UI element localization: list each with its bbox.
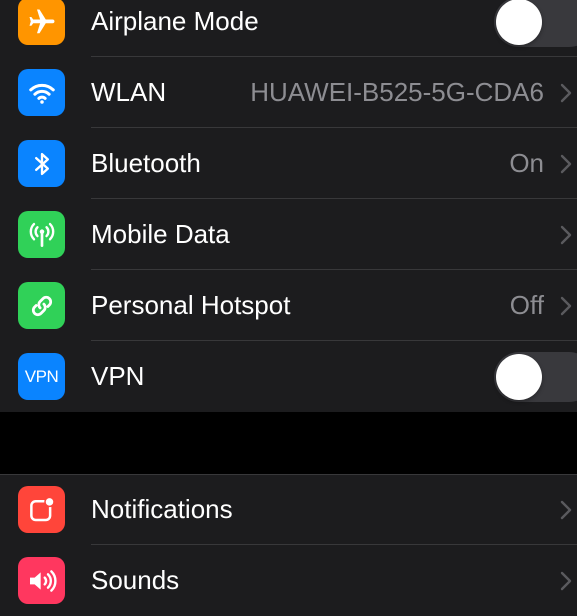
bluetooth-row[interactable]: Bluetooth On [0, 128, 577, 199]
chevron-right-icon [560, 154, 572, 174]
hotspot-link-icon [18, 282, 65, 329]
chevron-right-icon [560, 225, 572, 245]
vpn-row[interactable]: VPN VPN [0, 341, 577, 412]
airplane-mode-row[interactable]: Airplane Mode [0, 0, 577, 57]
toggle-knob [496, 354, 542, 400]
chevron-right-icon [560, 296, 572, 316]
airplane-mode-toggle[interactable] [494, 0, 577, 47]
vpn-toggle[interactable] [494, 352, 577, 402]
personal-hotspot-label: Personal Hotspot [91, 290, 291, 320]
settings-group-connectivity: Airplane Mode WLAN HUAWEI-B525-5G-CDA6 B… [0, 0, 577, 412]
airplane-mode-label: Airplane Mode [91, 6, 259, 36]
chevron-right-icon [560, 500, 572, 520]
airplane-icon [18, 0, 65, 45]
notifications-row[interactable]: Notifications [0, 474, 577, 545]
settings-group-notifications: Notifications Sounds [0, 474, 577, 616]
vpn-icon: VPN [18, 353, 65, 400]
sounds-label: Sounds [91, 565, 180, 595]
bluetooth-status: On [509, 148, 544, 178]
notifications-label: Notifications [91, 494, 233, 524]
wifi-icon [18, 69, 65, 116]
bluetooth-icon [18, 140, 65, 187]
wlan-label: WLAN [91, 77, 167, 107]
personal-hotspot-status: Off [509, 290, 544, 320]
vpn-icon-text: VPN [24, 366, 59, 386]
antenna-icon [18, 211, 65, 258]
wlan-network-name: HUAWEI-B525-5G-CDA6 [250, 77, 544, 107]
sounds-row[interactable]: Sounds [0, 545, 577, 616]
toggle-knob [496, 0, 542, 45]
wlan-row[interactable]: WLAN HUAWEI-B525-5G-CDA6 [0, 57, 577, 128]
speaker-icon [18, 557, 65, 604]
chevron-right-icon [560, 571, 572, 591]
bluetooth-label: Bluetooth [91, 148, 201, 178]
notifications-icon [18, 486, 65, 533]
mobile-data-row[interactable]: Mobile Data [0, 199, 577, 270]
mobile-data-label: Mobile Data [91, 219, 230, 249]
vpn-label: VPN [91, 361, 145, 391]
chevron-right-icon [560, 83, 572, 103]
personal-hotspot-row[interactable]: Personal Hotspot Off [0, 270, 577, 341]
